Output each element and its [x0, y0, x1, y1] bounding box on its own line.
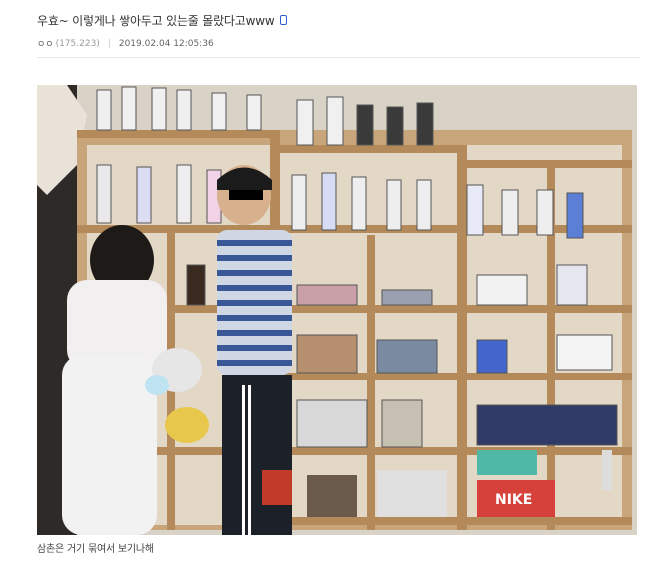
post-datetime: 2019.02.04 12:05:36: [118, 38, 214, 49]
header-divider: [37, 57, 640, 58]
author-ip: (175.223): [55, 38, 100, 49]
meta-separator: |: [107, 38, 111, 49]
post-header: 우효~ 이렇게나 쌓아두고 있는줄 몰랐다고www ㅇㅇ (175.223) |…: [37, 10, 637, 50]
post-meta: ㅇㅇ (175.223) | 2019.02.04 12:05:36: [37, 37, 637, 51]
photo-illustration: NIKE: [37, 85, 637, 535]
nike-box-label: NIKE: [495, 492, 532, 508]
face-blur-bar: [229, 190, 263, 200]
post-title: 우효~ 이렇게나 쌓아두고 있는줄 몰랐다고www: [37, 13, 275, 28]
shoe-box-teal: [477, 450, 537, 475]
post-photo[interactable]: NIKE: [37, 85, 637, 535]
author-name[interactable]: ㅇㅇ: [37, 37, 54, 50]
mobile-phone-icon: [280, 15, 288, 25]
photo-caption: 삼촌은 거기 묶여서 보기나해: [37, 544, 154, 555]
title-row: 우효~ 이렇게나 쌓아두고 있는줄 몰랐다고www: [37, 10, 637, 30]
